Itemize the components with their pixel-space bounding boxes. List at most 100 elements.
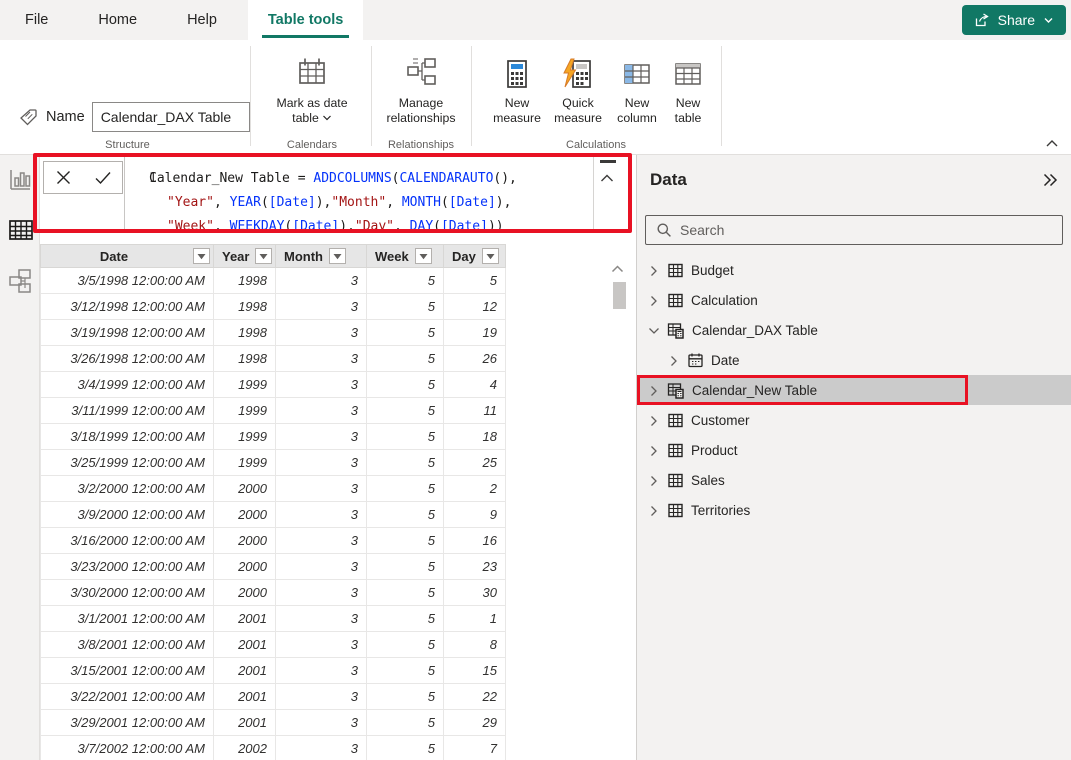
table-icon bbox=[667, 262, 684, 279]
data-pane: Data BudgetCalculationCalendar_DAX Table… bbox=[636, 155, 1071, 760]
table-cell: 2000 bbox=[214, 502, 276, 528]
chevron-right-icon[interactable] bbox=[667, 354, 680, 367]
chevron-up-icon bbox=[610, 263, 625, 275]
table-scrollbar-up-button[interactable] bbox=[610, 263, 625, 275]
name-label: Name bbox=[46, 109, 85, 125]
formula-bar-resize-handle[interactable] bbox=[600, 160, 616, 163]
table-scrollbar-thumb[interactable] bbox=[613, 282, 626, 309]
data-pane-item-product[interactable]: Product bbox=[637, 435, 1071, 465]
table-cell: 8 bbox=[444, 632, 506, 658]
chevron-down-icon[interactable] bbox=[647, 324, 660, 337]
chevron-right-icon[interactable] bbox=[647, 264, 660, 277]
table-cell: 26 bbox=[444, 346, 506, 372]
table-cell: 18 bbox=[444, 424, 506, 450]
group-label-relationships: Relationships bbox=[373, 139, 469, 151]
table-row: 3/22/2001 12:00:00 AM20013522 bbox=[41, 684, 506, 710]
table-cell: 3/15/2001 12:00:00 AM bbox=[41, 658, 214, 684]
chevron-right-icon[interactable] bbox=[647, 444, 660, 457]
data-pane-item-calculation[interactable]: Calculation bbox=[637, 285, 1071, 315]
chevron-right-icon[interactable] bbox=[647, 294, 660, 307]
table-cell: 1 bbox=[444, 606, 506, 632]
chevron-right-icon[interactable] bbox=[647, 414, 660, 427]
table-cell: 3/7/2002 12:00:00 AM bbox=[41, 736, 214, 760]
table-cell: 3 bbox=[276, 632, 367, 658]
calendar-icon bbox=[687, 352, 704, 369]
table-cell: 11 bbox=[444, 398, 506, 424]
table-cell: 2001 bbox=[214, 606, 276, 632]
chevron-right-icon[interactable] bbox=[647, 504, 660, 517]
mark-as-date-table-button[interactable]: Mark as datetable bbox=[252, 50, 372, 126]
column-header-label: Week bbox=[375, 249, 409, 264]
table-cell: 5 bbox=[367, 580, 444, 606]
table-row: 3/11/1999 12:00:00 AM19993511 bbox=[41, 398, 506, 424]
table-cell: 5 bbox=[367, 320, 444, 346]
table-cell: 2000 bbox=[214, 476, 276, 502]
table-cell: 9 bbox=[444, 502, 506, 528]
table-cell: 5 bbox=[367, 450, 444, 476]
tab-file[interactable]: File bbox=[13, 0, 60, 40]
table-cell: 3/16/2000 12:00:00 AM bbox=[41, 528, 214, 554]
table-name-input[interactable] bbox=[92, 102, 250, 132]
data-pane-item-date[interactable]: Date bbox=[637, 345, 1071, 375]
table-cell: 1999 bbox=[214, 398, 276, 424]
chevron-right-icon[interactable] bbox=[647, 474, 660, 487]
tree-item-label: Calendar_New Table bbox=[692, 383, 817, 398]
table-cell: 3/11/1999 12:00:00 AM bbox=[41, 398, 214, 424]
dax-formula-editor[interactable]: 1 Calendar_New Table = ADDCOLUMNS(CALEND… bbox=[124, 156, 592, 232]
data-pane-item-customer[interactable]: Customer bbox=[637, 405, 1071, 435]
table-cell: 3/26/1998 12:00:00 AM bbox=[41, 346, 214, 372]
table-row: 3/15/2001 12:00:00 AM20013515 bbox=[41, 658, 506, 684]
tab-table-tools[interactable]: Table tools bbox=[248, 0, 363, 40]
table-cell: 3 bbox=[276, 320, 367, 346]
cancel-formula-button[interactable] bbox=[44, 162, 83, 193]
table-icon bbox=[667, 502, 684, 519]
table-cell: 1998 bbox=[214, 294, 276, 320]
data-pane-collapse-button[interactable] bbox=[1041, 172, 1059, 188]
table-cell: 12 bbox=[444, 294, 506, 320]
data-view-button[interactable] bbox=[7, 217, 33, 243]
manage-relationships-button[interactable]: Managerelationships bbox=[373, 50, 469, 126]
column-filter-button[interactable] bbox=[329, 248, 346, 264]
search-input[interactable] bbox=[680, 222, 1052, 238]
data-pane-item-sales[interactable]: Sales bbox=[637, 465, 1071, 495]
column-header-label: Month bbox=[284, 249, 323, 264]
new-column-button[interactable]: Newcolumn bbox=[611, 50, 663, 126]
tab-help[interactable]: Help bbox=[175, 0, 229, 40]
tab-home[interactable]: Home bbox=[86, 0, 149, 40]
column-filter-button[interactable] bbox=[255, 248, 272, 264]
table-cell: 4 bbox=[444, 372, 506, 398]
table-cell: 5 bbox=[444, 268, 506, 294]
table-cell: 5 bbox=[367, 684, 444, 710]
quick-measure-button[interactable]: Quickmeasure bbox=[547, 50, 609, 126]
commit-formula-button[interactable] bbox=[83, 162, 122, 193]
chevron-right-icon[interactable] bbox=[647, 384, 660, 397]
report-view-button[interactable] bbox=[7, 167, 33, 193]
share-icon bbox=[974, 12, 990, 28]
table-row: 3/4/1999 12:00:00 AM1999354 bbox=[41, 372, 506, 398]
table-cell: 2000 bbox=[214, 580, 276, 606]
model-view-button[interactable] bbox=[7, 267, 33, 293]
data-pane-item-territories[interactable]: Territories bbox=[637, 495, 1071, 525]
column-filter-button[interactable] bbox=[482, 248, 499, 264]
table-cell: 23 bbox=[444, 554, 506, 580]
table-cell: 3 bbox=[276, 528, 367, 554]
column-header-label: Date bbox=[100, 249, 128, 264]
table-cell: 3/4/1999 12:00:00 AM bbox=[41, 372, 214, 398]
new-measure-button[interactable]: Newmeasure bbox=[488, 50, 546, 126]
data-pane-item-budget[interactable]: Budget bbox=[637, 255, 1071, 285]
search-box[interactable] bbox=[645, 215, 1063, 245]
table-cell: 3/29/2001 12:00:00 AM bbox=[41, 710, 214, 736]
new-table-button[interactable]: Newtable bbox=[663, 50, 713, 126]
column-filter-button[interactable] bbox=[193, 248, 210, 264]
table-cell: 7 bbox=[444, 736, 506, 760]
ribbon-collapse-button[interactable] bbox=[1045, 138, 1059, 150]
formula-bar-collapse-button[interactable] bbox=[599, 172, 615, 185]
table-cell: 2001 bbox=[214, 684, 276, 710]
column-filter-button[interactable] bbox=[415, 248, 432, 264]
table-cell: 2001 bbox=[214, 632, 276, 658]
share-button[interactable]: Share bbox=[962, 5, 1066, 35]
data-pane-title: Data bbox=[650, 170, 687, 190]
table-cell: 5 bbox=[367, 658, 444, 684]
data-pane-item-calendar-new-table[interactable]: Calendar_New Table bbox=[637, 375, 1071, 405]
data-pane-item-calendar-dax-table[interactable]: Calendar_DAX Table bbox=[637, 315, 1071, 345]
